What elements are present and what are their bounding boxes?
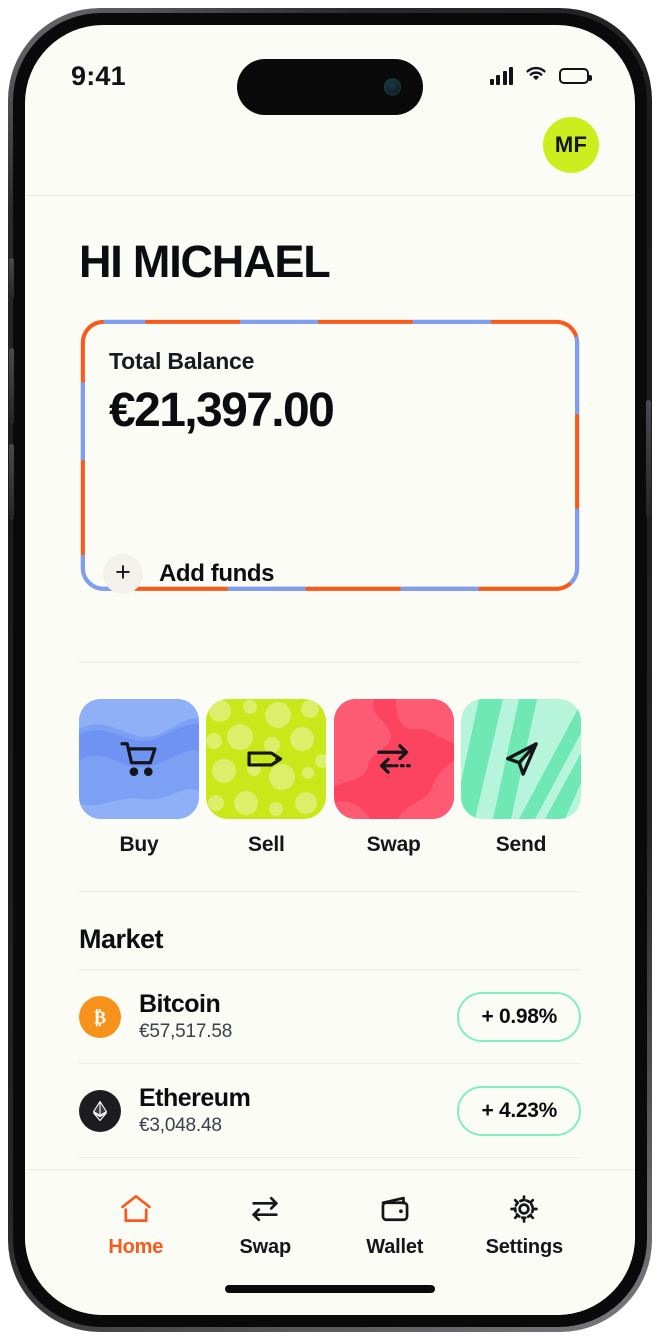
market-title: Market	[79, 924, 164, 954]
price-tag-icon	[247, 751, 283, 767]
sell-label: Sell	[248, 833, 285, 856]
ethereum-icon	[79, 1089, 121, 1132]
add-funds-button[interactable]: + Add funds	[103, 554, 274, 594]
table-row[interactable]: ₿ Bitcoin €57,517.58 + 0.98%	[79, 969, 581, 1063]
nav-item-wallet[interactable]: Wallet	[330, 1192, 460, 1259]
svg-text:₿: ₿	[94, 1007, 106, 1027]
swap-tile[interactable]	[333, 699, 454, 819]
wifi-icon	[524, 65, 548, 88]
balance-amount: €21,397.00	[109, 384, 335, 437]
volume-down-button[interactable]	[9, 444, 14, 520]
quick-actions: Buy Sell Swap Send	[79, 663, 581, 891]
buy-label: Buy	[119, 833, 159, 856]
phone-bezel: 9:41 MF HI MICHAEL Total Balance €21,397…	[13, 13, 647, 1327]
battery-full-icon	[559, 68, 592, 84]
swap-label: Swap	[366, 833, 421, 856]
table-row[interactable]: Ethereum €3,048.48 + 4.23%	[79, 1063, 581, 1157]
nav-label-home: Home	[108, 1236, 164, 1258]
home-indicator	[225, 1285, 435, 1293]
swap-arrows-icon	[376, 744, 411, 774]
action-sell[interactable]: Sell	[206, 699, 327, 857]
nav-item-home[interactable]: Home	[71, 1192, 201, 1259]
bitcoin-icon: ₿	[79, 995, 121, 1038]
status-icons	[489, 65, 592, 88]
status-badge: + 4.23%	[457, 1085, 581, 1136]
action-swap[interactable]: Swap	[333, 699, 454, 857]
page-title: HI MICHAEL	[79, 236, 331, 287]
phone-screen: 9:41 MF HI MICHAEL Total Balance €21,397…	[25, 25, 635, 1315]
nav-item-settings[interactable]: Settings	[460, 1192, 590, 1259]
coin-name: Bitcoin	[139, 990, 221, 1018]
wallet-icon	[381, 1196, 409, 1222]
paper-plane-icon	[506, 742, 538, 776]
nav-label-wallet: Wallet	[366, 1236, 424, 1258]
shopping-cart-icon	[120, 742, 157, 777]
status-time: 9:41	[71, 60, 126, 91]
status-bar: 9:41	[25, 25, 635, 117]
send-label: Send	[495, 833, 547, 856]
balance-card[interactable]: Total Balance €21,397.00 + Add funds	[79, 318, 581, 620]
front-camera-icon	[384, 78, 401, 96]
coin-price: €3,048.48	[139, 1115, 222, 1136]
coin-price: €57,517.58	[139, 1021, 233, 1042]
power-button[interactable]	[646, 400, 651, 518]
coin-name: Ethereum	[139, 1084, 251, 1112]
send-tile[interactable]	[460, 699, 581, 819]
buy-tile[interactable]	[79, 699, 199, 819]
dynamic-island	[237, 59, 423, 115]
swap-icon	[252, 1196, 278, 1222]
nav-label-swap: Swap	[239, 1236, 292, 1258]
bottom-navigation: Home Swap Wallet Settings	[25, 1169, 635, 1315]
add-funds-label: Add funds	[159, 560, 275, 587]
action-send[interactable]: Send	[460, 699, 581, 857]
home-icon	[120, 1194, 151, 1222]
silent-switch[interactable]	[9, 258, 14, 300]
action-buy[interactable]: Buy	[79, 699, 199, 857]
status-badge: + 0.98%	[457, 991, 581, 1042]
gear-icon	[510, 1195, 539, 1223]
sell-tile[interactable]	[206, 699, 327, 819]
plus-icon: +	[103, 554, 143, 594]
balance-label: Total Balance	[109, 348, 255, 374]
nav-item-swap[interactable]: Swap	[201, 1192, 331, 1259]
cellular-signal-icon	[489, 67, 513, 85]
nav-label-settings: Settings	[485, 1236, 563, 1258]
avatar-row: MF	[25, 117, 635, 195]
phone-frame: 9:41 MF HI MICHAEL Total Balance €21,397…	[8, 8, 652, 1332]
volume-up-button[interactable]	[9, 348, 14, 424]
avatar[interactable]: MF	[543, 117, 599, 173]
main-content: HI MICHAEL Total Balance €21,397.00 + Ad…	[25, 196, 635, 1248]
